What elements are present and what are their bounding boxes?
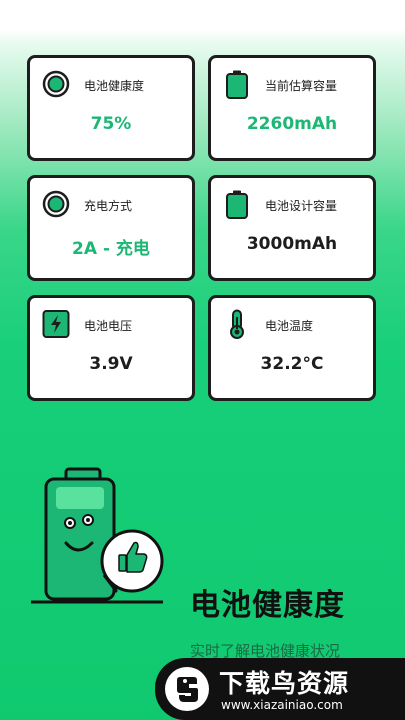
estimated-capacity-label: 当前估算容量 — [265, 79, 338, 93]
battery-temperature-label: 电池温度 — [265, 319, 314, 333]
design-capacity-card[interactable]: 电池设计容量 3000mAh — [208, 175, 376, 281]
watermark-logo — [165, 667, 209, 711]
battery-health-value: 75% — [90, 114, 132, 134]
battery-voltage-card[interactable]: 电池电压 3.9V — [27, 295, 195, 401]
estimated-capacity-card[interactable]: 当前估算容量 2260mAh — [208, 55, 376, 161]
battery-voltage-label: 电池电压 — [84, 319, 133, 333]
battery-voltage-value: 3.9V — [89, 354, 133, 374]
design-capacity-value: 3000mAh — [246, 234, 338, 254]
charging-method-card[interactable]: 充电方式 2A - 充电 — [27, 175, 195, 281]
health-ring-icon — [42, 70, 70, 98]
thermometer-icon — [230, 309, 244, 339]
battery-icon — [226, 70, 248, 99]
battery-temperature-value: 32.2°C — [260, 354, 324, 374]
estimated-capacity-value: 2260mAh — [246, 114, 338, 134]
watermark-url: www.xiazainiao.com — [221, 698, 343, 712]
charging-method-value: 2A - 充电 — [72, 239, 150, 259]
battery-health-label: 电池健康度 — [84, 79, 145, 93]
watermark-banner: 下载鸟资源 www.xiazainiao.com — [155, 658, 405, 720]
battery-mascot-illustration — [31, 467, 164, 604]
hero-title: 电池健康度 — [190, 588, 345, 623]
lightning-icon — [42, 310, 70, 338]
charge-ring-icon — [42, 190, 70, 218]
battery-health-card[interactable]: 电池健康度 75% — [27, 55, 195, 161]
battery-temperature-card[interactable]: 电池温度 32.2°C — [208, 295, 376, 401]
battery-icon — [226, 190, 248, 219]
charging-method-label: 充电方式 — [84, 199, 133, 213]
design-capacity-label: 电池设计容量 — [265, 199, 338, 213]
watermark-title: 下载鸟资源 — [219, 669, 350, 698]
